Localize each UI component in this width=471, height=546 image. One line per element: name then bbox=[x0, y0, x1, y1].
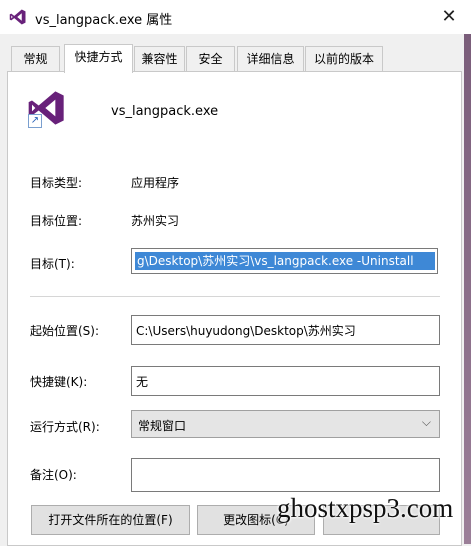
start-in-input[interactable]: C:\Users\huyudong\Desktop\苏州实习 bbox=[131, 315, 440, 345]
tab-general[interactable]: 常规 bbox=[11, 46, 60, 72]
target-type-label: 目标类型: bbox=[30, 176, 83, 190]
target-label: 目标(T): bbox=[30, 257, 75, 271]
comment-label: 备注(O): bbox=[30, 468, 77, 482]
background-strip bbox=[464, 34, 471, 544]
run-label: 运行方式(R): bbox=[30, 420, 100, 434]
target-location-value: 苏州实习 bbox=[131, 214, 180, 228]
file-name: vs_langpack.exe bbox=[111, 104, 219, 119]
divider bbox=[30, 296, 440, 297]
open-file-location-button[interactable]: 打开文件所在的位置(F) bbox=[31, 505, 190, 535]
tab-details[interactable]: 详细信息 bbox=[237, 46, 304, 72]
visual-studio-icon bbox=[9, 9, 26, 25]
hotkey-label: 快捷键(K): bbox=[30, 375, 88, 389]
run-select[interactable]: 常规窗口 ⌵ bbox=[131, 410, 440, 438]
run-select-value: 常规窗口 bbox=[138, 419, 187, 433]
start-in-label: 起始位置(S): bbox=[30, 324, 100, 338]
tab-previous-versions[interactable]: 以前的版本 bbox=[305, 46, 383, 72]
hotkey-input[interactable]: 无 bbox=[131, 366, 440, 396]
target-input-selected-text[interactable]: g\Desktop\苏州实习\vs_langpack.exe -Uninstal… bbox=[135, 252, 435, 270]
shortcut-arrow-icon: ↗ bbox=[28, 114, 42, 128]
comment-input[interactable] bbox=[131, 458, 440, 492]
chevron-down-icon: ⌵ bbox=[421, 415, 431, 429]
tab-security[interactable]: 安全 bbox=[186, 46, 235, 72]
tab-compatibility[interactable]: 兼容性 bbox=[134, 46, 185, 72]
tab-shortcut[interactable]: 快捷方式 bbox=[64, 44, 133, 73]
target-location-label: 目标位置: bbox=[30, 214, 83, 228]
target-input[interactable]: g\Desktop\苏州实习\vs_langpack.exe -Uninstal… bbox=[131, 248, 438, 274]
tab-bar: 常规 快捷方式 兼容性 安全 详细信息 以前的版本 bbox=[0, 44, 471, 73]
watermark-text: ghostxpsp3.com bbox=[277, 493, 454, 523]
target-type-value: 应用程序 bbox=[131, 176, 180, 190]
window-title: vs_langpack.exe 属性 bbox=[35, 13, 173, 28]
close-icon[interactable]: ✕ bbox=[437, 5, 461, 29]
title-bar: vs_langpack.exe 属性 ✕ bbox=[0, 0, 471, 34]
app-icon-large: ↗ bbox=[27, 88, 67, 128]
